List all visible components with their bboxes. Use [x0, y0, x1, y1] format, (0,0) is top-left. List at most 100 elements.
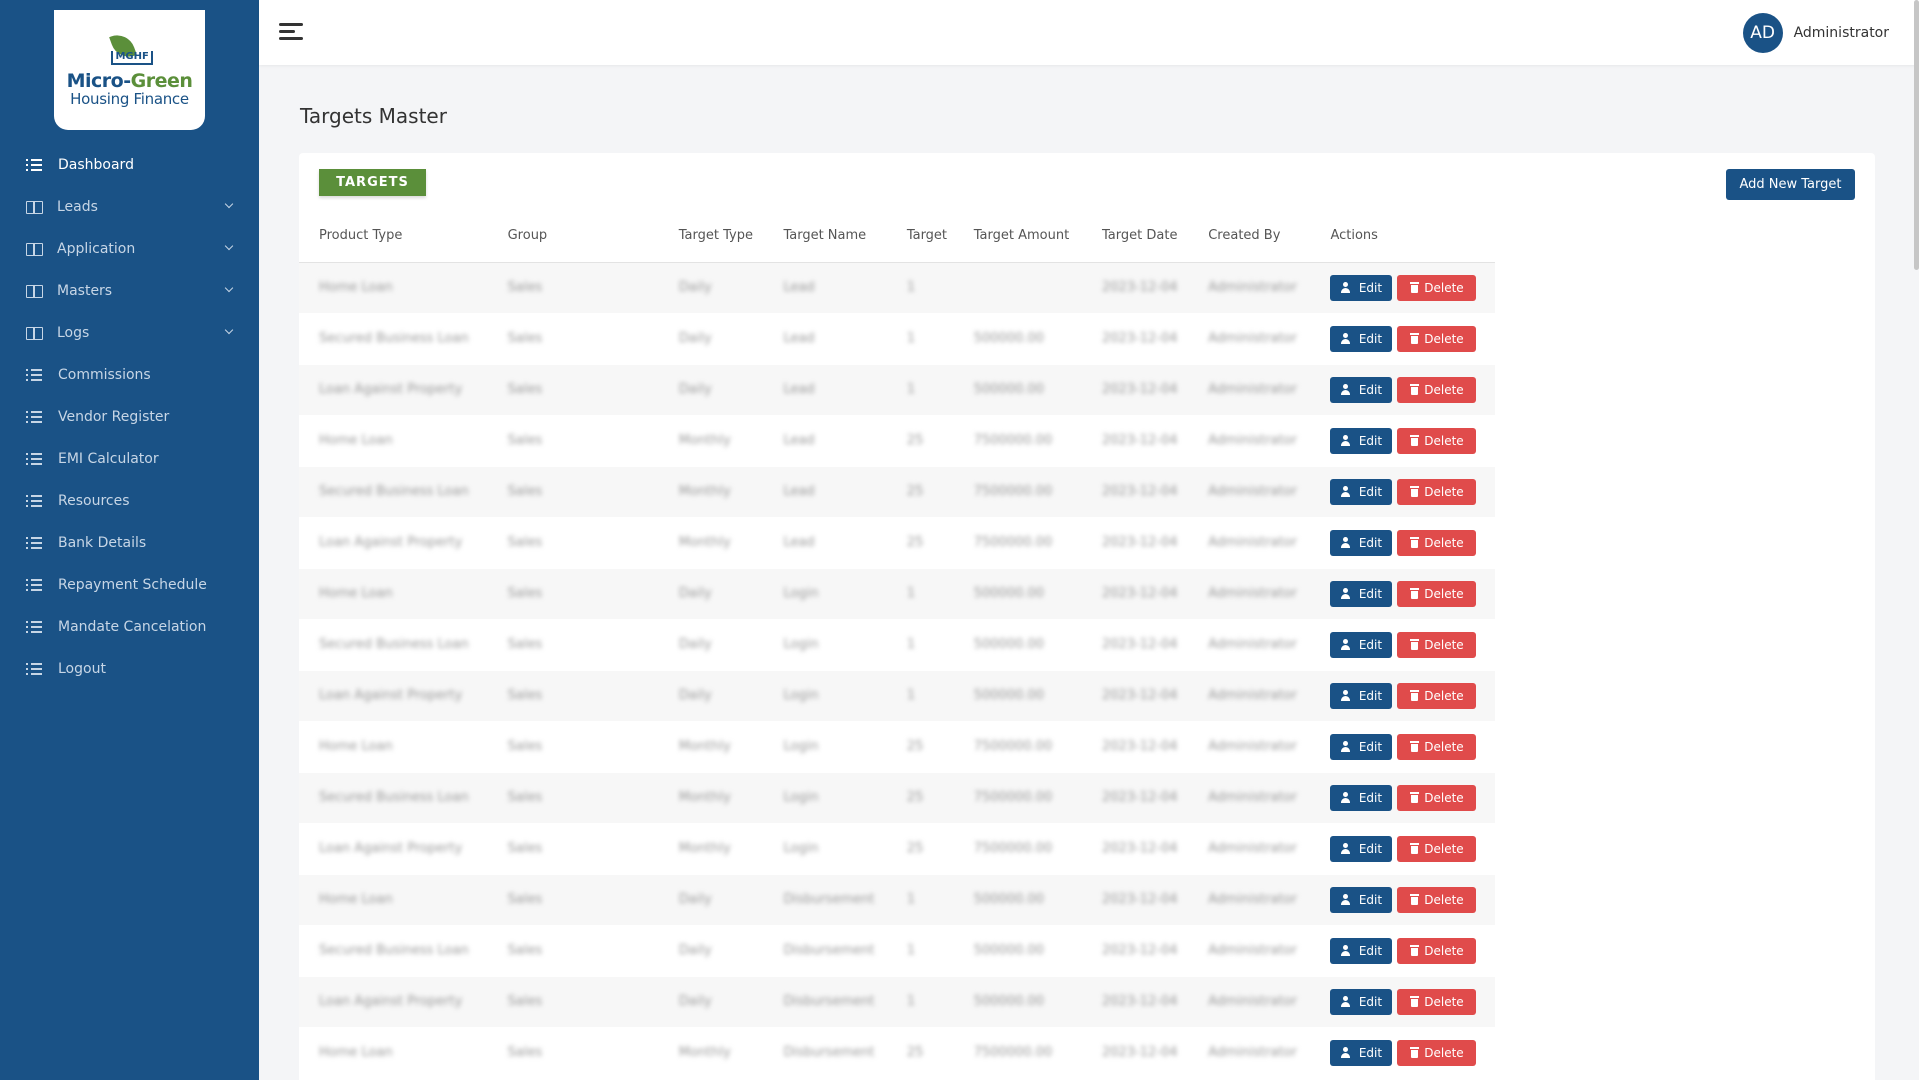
cell-value: Sales — [507, 841, 543, 856]
user-menu[interactable]: AD Administrator — [1742, 13, 1889, 53]
chevron-down-icon[interactable] — [224, 283, 234, 293]
table-cell: Home Loan — [299, 721, 488, 773]
sidebar-item-label: Resources — [58, 493, 130, 509]
sidebar-item-leads[interactable]: Leads — [0, 186, 259, 228]
sidebar-item-commissions[interactable]: Commissions — [0, 354, 259, 396]
sidebar-item-logs[interactable]: Logs — [0, 312, 259, 354]
delete-button[interactable]: Delete — [1397, 886, 1477, 913]
cell-value: Sales — [507, 1045, 543, 1060]
sidebar-item-emi-calculator[interactable]: EMI Calculator — [0, 438, 259, 480]
trash-icon — [1410, 945, 1420, 956]
delete-button[interactable]: Delete — [1397, 478, 1477, 505]
sidebar-item-dashboard[interactable]: Dashboard — [0, 144, 259, 186]
table-cell: Administrator — [1188, 874, 1311, 926]
cell-value: Lead — [783, 280, 815, 295]
table-cell: Disbursement — [763, 1027, 887, 1079]
delete-button[interactable]: Delete — [1397, 835, 1477, 862]
table-cell: 2023-12-04 — [1082, 976, 1189, 1028]
cell-value: 2023-12-04 — [1102, 535, 1178, 550]
sidebar-item-application[interactable]: Application — [0, 228, 259, 270]
delete-button[interactable]: Delete — [1397, 376, 1477, 403]
hamburger-menu-icon[interactable] — [279, 23, 303, 41]
company-logo[interactable]: MGHF Micro-Green Housing Finance — [54, 10, 205, 130]
edit-button[interactable]: Edit — [1330, 988, 1393, 1015]
edit-button[interactable]: Edit — [1330, 886, 1393, 913]
trash-icon — [1410, 639, 1420, 650]
top-bar: AD Administrator — [259, 0, 1919, 65]
delete-button[interactable]: Delete — [1397, 682, 1477, 709]
edit-button[interactable]: Edit — [1330, 274, 1393, 301]
delete-label: Delete — [1424, 1045, 1464, 1060]
edit-button[interactable]: Edit — [1330, 376, 1393, 403]
column-header[interactable]: Target Amount — [953, 210, 1083, 263]
column-header[interactable]: Target Name — [763, 210, 887, 263]
column-header[interactable]: Target — [886, 210, 954, 263]
table-row: Loan Against Property Sales Monthly Login 25… — [299, 823, 1495, 875]
sidebar-item-masters[interactable]: Masters — [0, 270, 259, 312]
column-header[interactable]: Created By — [1188, 210, 1311, 263]
actions-cell: Edit Delete — [1310, 874, 1495, 926]
table-cell: Secured Business Loan — [299, 619, 488, 671]
edit-button[interactable]: Edit — [1330, 682, 1393, 709]
cell-value: 500000.00 — [973, 892, 1045, 907]
edit-label: Edit — [1358, 637, 1383, 652]
sidebar-item-vendor-register[interactable]: Vendor Register — [0, 396, 259, 438]
edit-button[interactable]: Edit — [1330, 1039, 1393, 1066]
table-cell: Daily — [658, 262, 764, 314]
column-header[interactable]: Group — [487, 210, 659, 263]
sidebar-item-resources[interactable]: Resources — [0, 480, 259, 522]
cell-value: 25 — [906, 433, 924, 448]
column-header[interactable]: Actions — [1310, 210, 1495, 263]
add-new-target-button[interactable]: Add New Target — [1726, 169, 1855, 200]
cell-value: Login — [783, 586, 819, 601]
delete-button[interactable]: Delete — [1397, 631, 1477, 658]
table-cell: Sales — [487, 1027, 659, 1079]
edit-button[interactable]: Edit — [1330, 937, 1393, 964]
table-cell: Sales — [487, 772, 659, 824]
edit-button[interactable]: Edit — [1330, 478, 1393, 505]
table-cell: Sales — [487, 670, 659, 722]
sidebar-item-bank-details[interactable]: Bank Details — [0, 522, 259, 564]
page-scrollbar[interactable] — [1914, 0, 1919, 270]
delete-button[interactable]: Delete — [1397, 274, 1477, 301]
delete-button[interactable]: Delete — [1397, 580, 1477, 607]
chevron-down-icon[interactable] — [224, 241, 234, 251]
edit-button[interactable]: Edit — [1330, 580, 1393, 607]
edit-button[interactable]: Edit — [1330, 835, 1393, 862]
delete-button[interactable]: Delete — [1397, 1039, 1477, 1066]
delete-button[interactable]: Delete — [1397, 427, 1477, 454]
chevron-down-icon[interactable] — [224, 325, 234, 335]
column-header[interactable]: Target Date — [1082, 210, 1189, 263]
delete-button[interactable]: Delete — [1397, 529, 1477, 556]
edit-button[interactable]: Edit — [1330, 325, 1393, 352]
column-header[interactable]: Target Type — [658, 210, 764, 263]
delete-button[interactable]: Delete — [1397, 733, 1477, 760]
edit-button[interactable]: Edit — [1330, 733, 1393, 760]
table-cell: Monthly — [658, 415, 764, 467]
delete-label: Delete — [1424, 484, 1464, 499]
table-cell: Daily — [658, 364, 764, 416]
table-cell: Login — [763, 772, 887, 824]
avatar[interactable]: AD — [1742, 13, 1783, 53]
delete-button[interactable]: Delete — [1397, 784, 1477, 811]
edit-button[interactable]: Edit — [1330, 427, 1393, 454]
delete-button[interactable]: Delete — [1397, 937, 1477, 964]
list-icon — [26, 494, 44, 508]
table-row: Home Loan Sales Daily Lead 1 2023-12-04 Admini… — [299, 262, 1495, 314]
cell-value: Sales — [507, 280, 543, 295]
edit-button[interactable]: Edit — [1330, 784, 1393, 811]
edit-button[interactable]: Edit — [1330, 631, 1393, 658]
table-cell: Login — [763, 721, 887, 773]
cell-value: Secured Business Loan — [319, 790, 469, 805]
delete-button[interactable]: Delete — [1397, 988, 1477, 1015]
edit-button[interactable]: Edit — [1330, 529, 1393, 556]
chevron-down-icon[interactable] — [224, 199, 234, 209]
delete-button[interactable]: Delete — [1397, 325, 1477, 352]
table-cell: Daily — [658, 313, 764, 365]
column-header[interactable]: Product Type — [299, 210, 488, 263]
sidebar-item-mandate-cancelation[interactable]: Mandate Cancelation — [0, 606, 259, 648]
sidebar-item-repayment-schedule[interactable]: Repayment Schedule — [0, 564, 259, 606]
row-actions: Edit Delete — [1330, 886, 1495, 913]
cell-value: 25 — [906, 739, 924, 754]
sidebar-item-logout[interactable]: Logout — [0, 648, 259, 690]
